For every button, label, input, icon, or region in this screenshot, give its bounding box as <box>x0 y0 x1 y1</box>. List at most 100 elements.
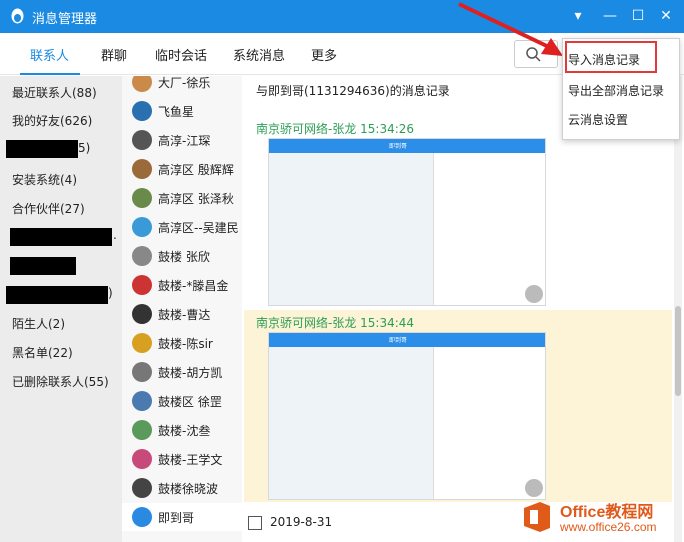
avatar <box>132 188 152 208</box>
contact-name: 鼓楼-曹达 <box>158 308 211 322</box>
contact-item[interactable]: 鼓楼-陈sir <box>122 329 242 357</box>
window-title: 消息管理器 <box>32 12 98 27</box>
message-screenshot-image[interactable]: 即到哥 <box>268 138 546 306</box>
contact-item[interactable]: 高淳区 殷辉辉 <box>122 155 242 183</box>
contact-item[interactable]: 鼓楼徐晓波 <box>122 474 242 502</box>
group-item-blacklist[interactable]: 黑名单(22) <box>12 344 73 361</box>
avatar <box>132 304 152 324</box>
contact-name: 飞鱼星 <box>158 105 195 119</box>
tab-contacts[interactable]: 联系人 <box>30 45 69 64</box>
annotation-arrow-icon <box>458 2 563 56</box>
screenshot-side-panel <box>433 347 545 499</box>
avatar <box>132 76 152 92</box>
group-item-deleted[interactable]: 已删除联系人(55) <box>12 373 109 390</box>
group-item-redacted-4[interactable]: ) <box>108 286 113 300</box>
avatar <box>132 217 152 237</box>
contact-name: 鼓楼-陈sir <box>158 337 213 351</box>
contact-name: 鼓楼-*滕昌金 <box>158 279 229 293</box>
contact-item[interactable]: 鼓楼-*滕昌金 <box>122 271 242 299</box>
group-list: 最近联系人(88) 我的好友(626) 5) 安装系统(4) 合作伙伴(27) … <box>0 76 122 542</box>
scrollbar-thumb[interactable] <box>675 306 681 396</box>
tab-more[interactable]: 更多 <box>311 45 337 64</box>
tab-temp-session[interactable]: 临时会话 <box>155 45 207 64</box>
redaction-block <box>6 140 78 158</box>
avatar <box>132 478 152 498</box>
avatar <box>132 275 152 295</box>
avatar <box>132 130 152 150</box>
group-item-partners[interactable]: 合作伙伴(27) <box>12 200 85 217</box>
screenshot-title: 即到哥 <box>389 337 408 344</box>
redaction-block <box>6 286 108 304</box>
tab-system-messages[interactable]: 系统消息 <box>233 45 285 64</box>
contact-item[interactable]: 高淳区 张泽秋 <box>122 184 242 212</box>
group-item-recent[interactable]: 最近联系人(88) <box>12 84 97 101</box>
dropdown-arrow-button[interactable]: ▾ <box>567 6 589 26</box>
message-history-pane: 与即到哥(1131294636)的消息记录 南京骄可网络-张龙 15:34:26… <box>242 76 684 542</box>
contact-item[interactable]: 高淳-江琛 <box>122 126 242 154</box>
contact-name: 鼓楼 张欣 <box>158 250 210 264</box>
avatar <box>132 101 152 121</box>
screenshot-chat-area <box>269 153 435 305</box>
scrollbar[interactable] <box>674 76 682 542</box>
menu-item-export-all[interactable]: 导出全部消息记录 <box>568 82 664 99</box>
contact-name: 高淳区 张泽秋 <box>158 192 234 206</box>
contact-item[interactable]: 鼓楼-曹达 <box>122 300 242 328</box>
menu-item-import[interactable]: 导入消息记录 <box>568 51 640 68</box>
message-screenshot-image[interactable]: 即到哥 <box>268 332 546 500</box>
group-item-strangers[interactable]: 陌生人(2) <box>12 315 65 332</box>
contact-item[interactable]: 鼓楼-胡方凯 <box>122 358 242 386</box>
avatar <box>132 420 152 440</box>
contact-name: 鼓楼-王学文 <box>158 453 223 467</box>
contact-name: 高淳区 殷辉辉 <box>158 163 234 177</box>
history-title: 与即到哥(1131294636)的消息记录 <box>256 84 450 98</box>
contact-item[interactable]: 即到哥 <box>122 503 242 531</box>
contact-name: 高淳区--吴建民 <box>158 221 239 235</box>
contact-item[interactable]: 高淳区--吴建民 <box>122 213 242 241</box>
contact-list: 大厂-徐乐飞鱼星高淳-江琛高淳区 殷辉辉 高淳区 张泽秋 高淳区--吴建民 鼓楼 张欣… <box>122 76 242 542</box>
contact-name: 高淳-江琛 <box>158 134 211 148</box>
menu-item-cloud-settings[interactable]: 云消息设置 <box>568 111 628 128</box>
maximize-button[interactable]: ☐ <box>627 6 649 26</box>
group-item-redacted-1[interactable]: 5) <box>78 141 90 155</box>
watermark: Office教程网 www.office26.com <box>516 494 684 542</box>
history-date: 2019-8-31 <box>270 515 333 529</box>
contact-name: 鼓楼区 徐罡 <box>158 395 222 409</box>
avatar <box>132 449 152 469</box>
contact-item[interactable]: 鼓楼 张欣 <box>122 242 242 270</box>
contact-item[interactable]: 飞鱼星 <box>122 97 242 125</box>
contact-item[interactable]: 大厂-徐乐 <box>122 76 242 96</box>
calendar-icon[interactable] <box>248 516 262 530</box>
redaction-block <box>10 257 76 275</box>
avatar <box>132 391 152 411</box>
contact-name: 大厂-徐乐 <box>158 76 211 90</box>
office-logo-icon <box>524 502 550 532</box>
contact-name: 鼓楼-沈叁 <box>158 424 211 438</box>
avatar <box>132 246 152 266</box>
tab-groups[interactable]: 群聊 <box>101 45 127 64</box>
group-item-friends[interactable]: 我的好友(626) <box>12 112 92 129</box>
group-item-install[interactable]: 安装系统(4) <box>12 171 77 188</box>
group-item-redacted-2[interactable]: . <box>113 228 117 242</box>
message-sender: 南京骄可网络-张龙 15:34:26 <box>256 122 415 136</box>
avatar <box>132 362 152 382</box>
message-item-highlighted: 南京骄可网络-张龙 15:34:44 即到哥 <box>244 310 672 502</box>
screenshot-title: 即到哥 <box>389 143 408 150</box>
more-dropdown-menu: 导入消息记录 导出全部消息记录 云消息设置 <box>562 38 680 140</box>
contact-item[interactable]: 鼓楼区 徐罡 <box>122 387 242 415</box>
watermark-brand: Office教程网 <box>560 504 654 521</box>
contact-name: 鼓楼-胡方凯 <box>158 366 223 380</box>
zoom-icon[interactable] <box>525 285 543 303</box>
active-tab-indicator <box>20 73 80 75</box>
watermark-url: www.office26.com <box>560 520 657 534</box>
close-button[interactable]: ✕ <box>655 6 677 26</box>
avatar <box>132 159 152 179</box>
avatar <box>132 507 152 527</box>
message-sender: 南京骄可网络-张龙 15:34:44 <box>256 316 415 330</box>
minimize-button[interactable]: — <box>599 6 621 26</box>
redaction-block <box>10 228 112 246</box>
contact-name: 鼓楼徐晓波 <box>158 482 219 496</box>
avatar <box>132 333 152 353</box>
contact-item[interactable]: 鼓楼-王学文 <box>122 445 242 473</box>
contact-item[interactable]: 鼓楼-沈叁 <box>122 416 242 444</box>
message-item: 南京骄可网络-张龙 15:34:26 即到哥 <box>244 116 672 306</box>
